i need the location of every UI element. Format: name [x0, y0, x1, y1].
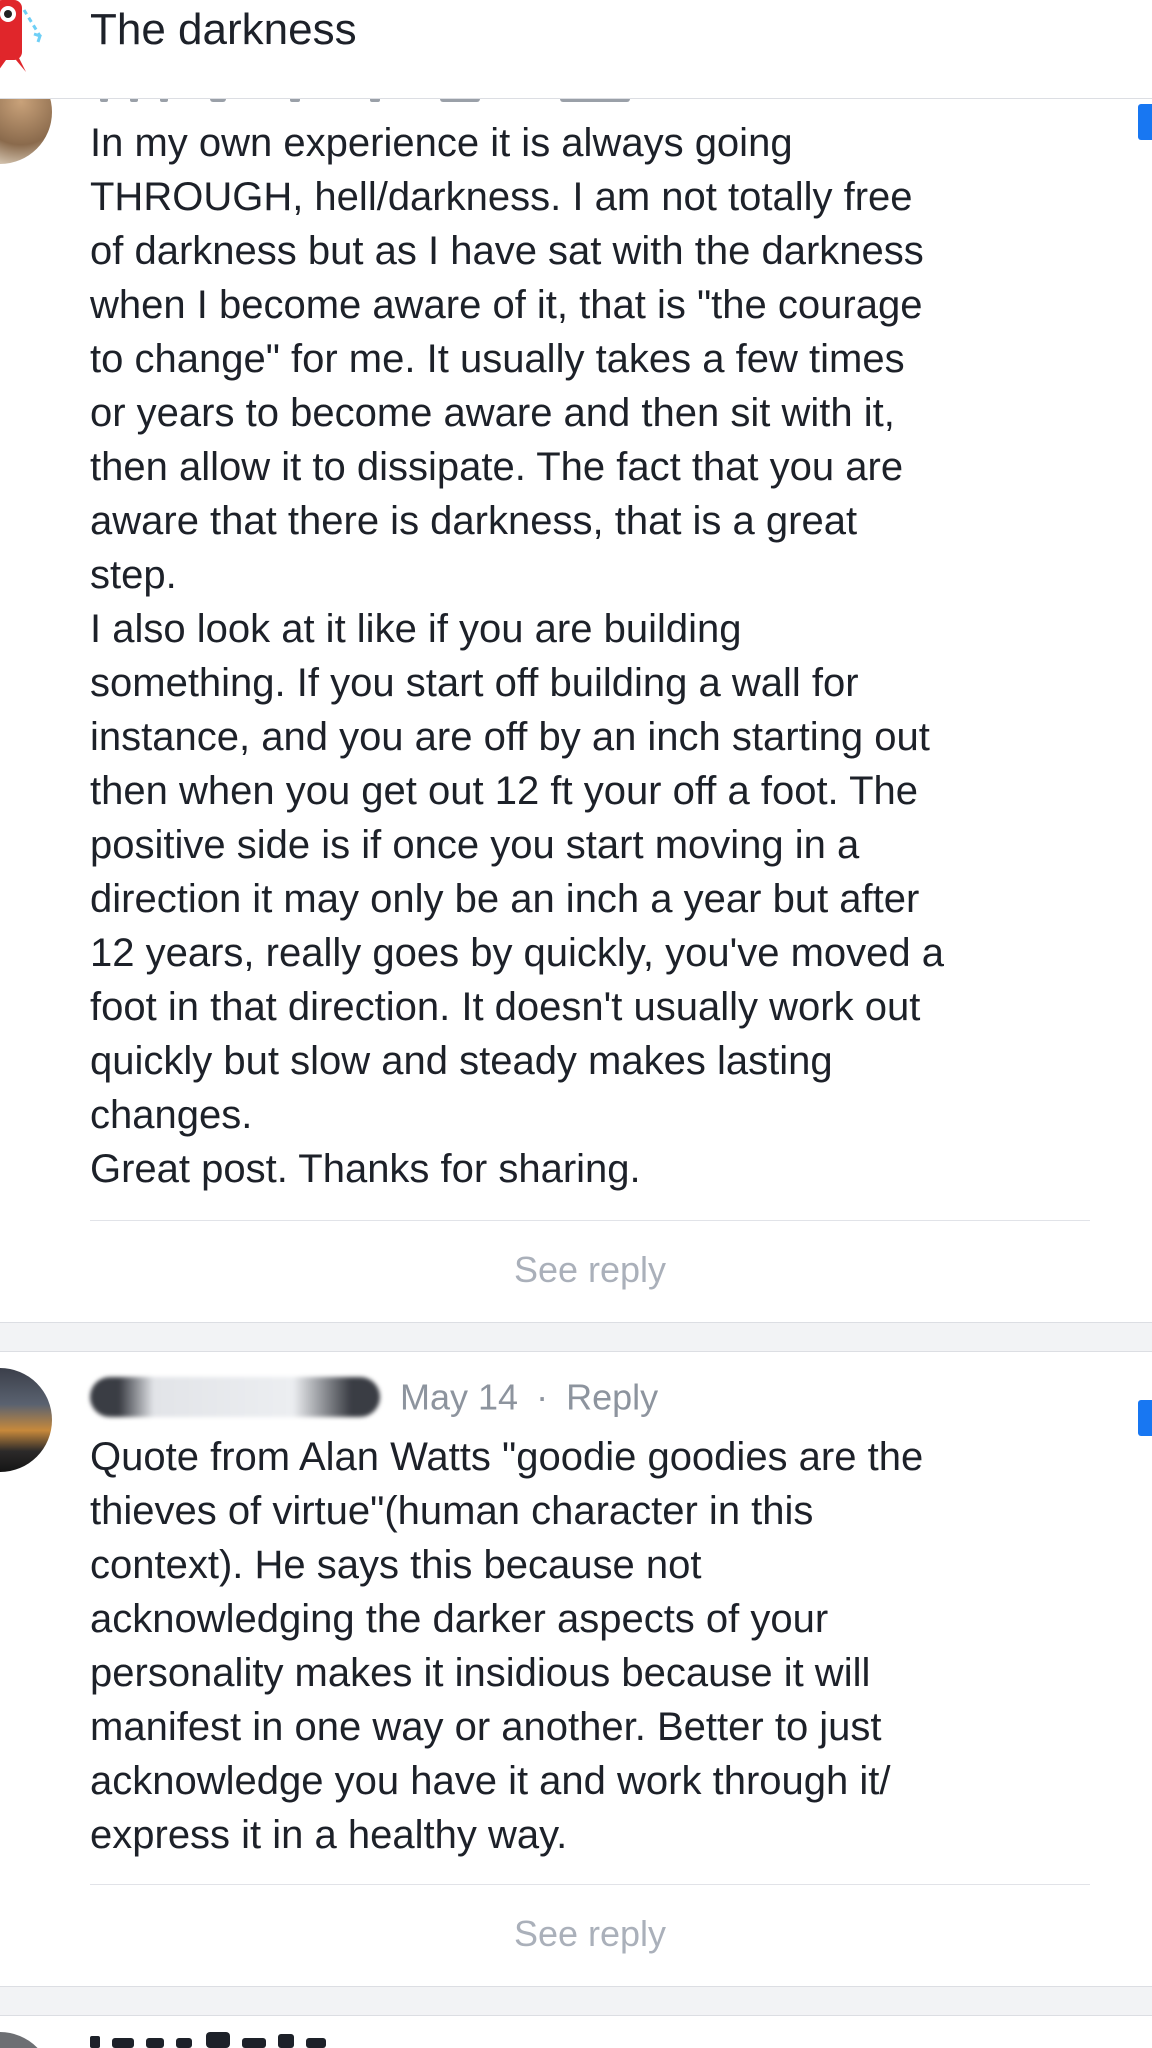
comment-separator	[0, 1986, 1152, 2016]
meta-separator: ·	[536, 1376, 549, 1418]
comment-separator	[0, 1322, 1152, 1352]
see-reply-link[interactable]: See reply	[0, 1912, 1152, 1956]
comment-body: Quote from Alan Watts "goodie goodies ar…	[90, 1435, 924, 1857]
reply-link[interactable]: Reply	[566, 1376, 658, 1417]
commenter-avatar[interactable]	[0, 1368, 52, 1472]
commenter-avatar[interactable]	[0, 2032, 52, 2048]
comment-3-partial	[0, 2016, 1152, 2048]
commenter-name-cut-off	[90, 2032, 326, 2048]
post-header: The darkness	[0, 0, 1152, 99]
unread-indicator	[1138, 104, 1152, 140]
see-reply-link[interactable]: See reply	[0, 1248, 1152, 1292]
page-title: The darkness	[90, 5, 357, 54]
comment-meta-row: May 14 · Reply	[90, 1370, 658, 1420]
comment-divider	[90, 1220, 1090, 1221]
comment-divider	[90, 1884, 1090, 1885]
comment-body: In my own experience it is always going …	[90, 121, 944, 1191]
page-avatar-icon[interactable]	[0, 0, 48, 80]
comment-1: In my own experience it is always going …	[0, 0, 1152, 1320]
commenter-name-redacted[interactable]	[90, 1377, 380, 1418]
unread-indicator	[1138, 1400, 1152, 1436]
comment-date: May 14	[400, 1376, 519, 1418]
